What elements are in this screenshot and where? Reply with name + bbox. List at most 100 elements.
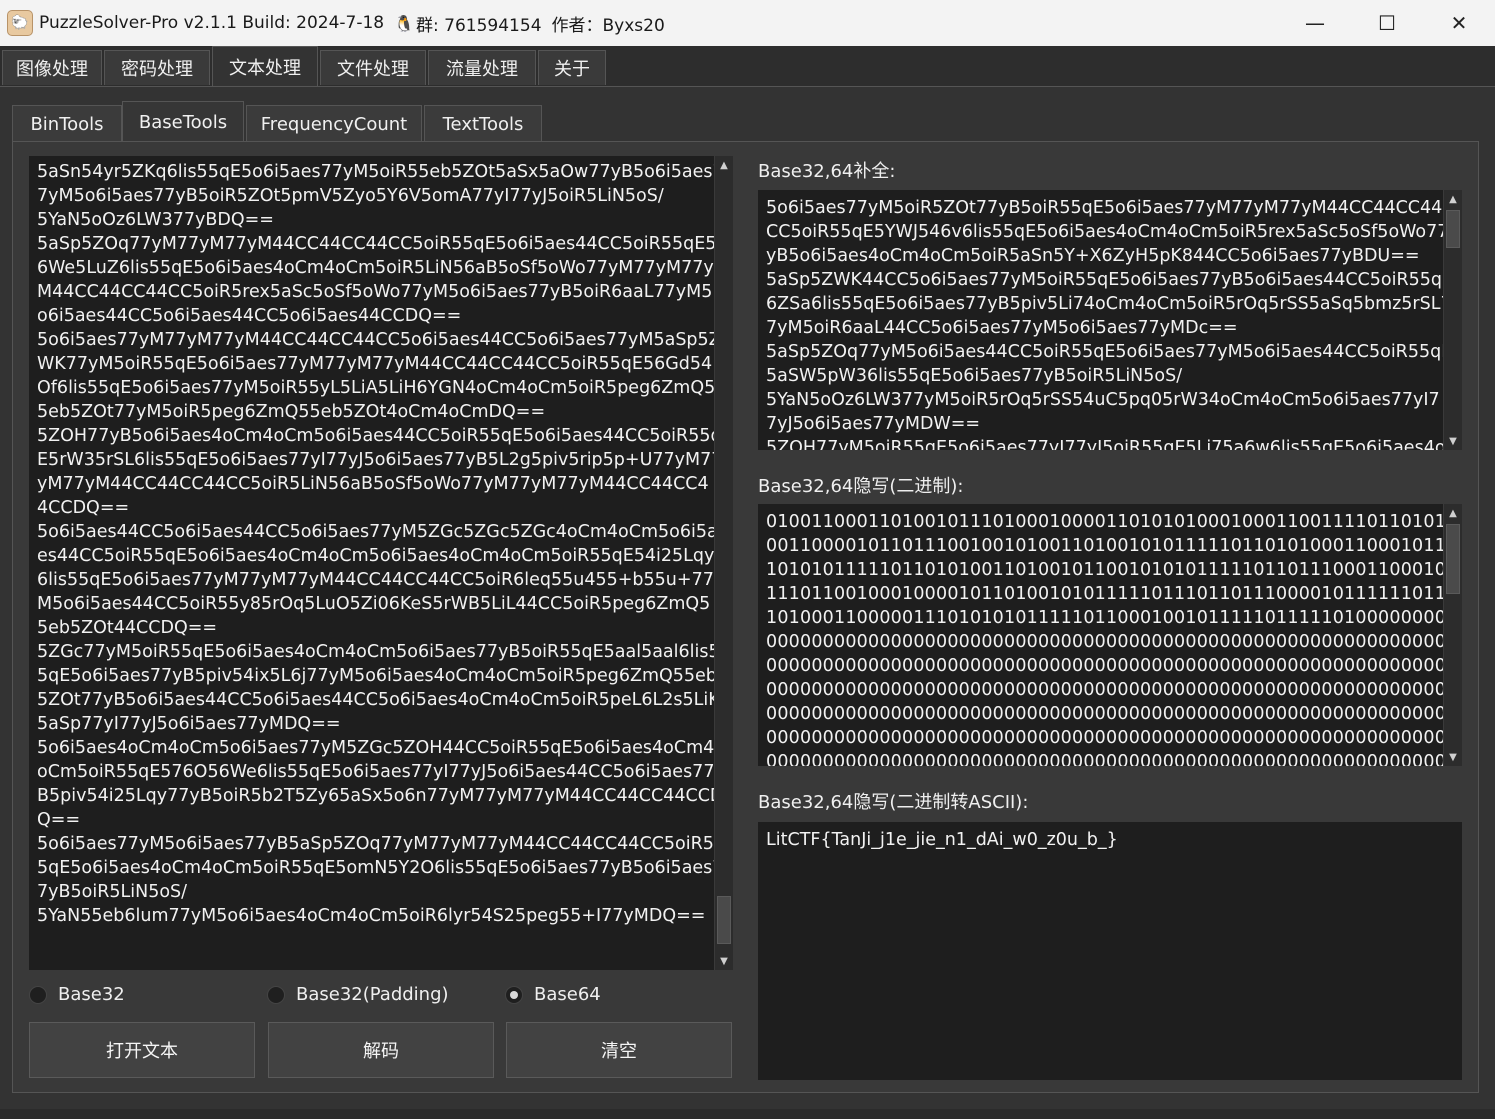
padding-scrollbar[interactable]: ▲ ▼: [1443, 190, 1462, 450]
input-line: 5ZOH77yB5o6i5aes4oCm4oCm5o6i5aes44CC5oiR…: [37, 426, 722, 446]
input-line: M5o6i5aes44CC5oiR55y85rOq5LuO5Zi06KeS5rW…: [37, 594, 711, 614]
padding_output-line: 5aSp5ZOq77yM5o6i5aes44CC5oiR55qE5o6i5aes…: [766, 342, 1453, 362]
input-line: Of6lis55qE5o6i5aes77yM5oiR55yL5LiA5LiH6Y…: [37, 378, 716, 398]
main-tab-bar: 图像处理 密码处理 文本处理 文件处理 流量处理 关于: [0, 46, 1495, 86]
binary_output-line: 0100110001101001011101000100001101010100…: [766, 512, 1462, 532]
ascii-output[interactable]: LitCTF{TanJi_j1e_jie_n1_dAi_w0_z0u_b_}: [758, 822, 1462, 1080]
scroll-down-icon[interactable]: ▼: [715, 952, 733, 970]
padding_output-line: 5o6i5aes77yM5oiR5ZOt77yB5oiR55qE5o6i5aes…: [766, 198, 1443, 218]
padding_output-line: 7yJ5o6i5aes77yMDW==: [766, 414, 981, 434]
input-line: es44CC5oiR55qE5o6i5aes4oCm4oCm5o6i5aes4o…: [37, 546, 715, 566]
binary-output[interactable]: 0100110001101001011101000100001101010100…: [758, 504, 1462, 766]
input-scrollbar[interactable]: ▲ ▼: [714, 156, 733, 970]
window-title: PuzzleSolver-Pro v2.1.1 Build: 2024-7-18: [39, 13, 385, 33]
tab-crypto[interactable]: 密码处理: [104, 50, 210, 85]
padding_output-line: 6ZSa6lis55qE5o6i5aes77yB5piv5Li74oCm4oCm…: [766, 294, 1452, 314]
scroll-up-icon[interactable]: ▲: [715, 156, 733, 174]
padding_output-line: 5aSp5ZWK44CC5o6i5aes77yM5oiR55qE5o6i5aes…: [766, 270, 1454, 290]
padding_output-line: yB5o6i5aes4oCm4oCm5oiR5aSn5Y+X6ZyH5pK844…: [766, 246, 1420, 266]
input-text: 5aSn54yr5ZKq6lis55qE5o6i5aes77yM5oiR55eb…: [37, 160, 733, 928]
scroll-up-icon[interactable]: ▲: [1444, 504, 1462, 522]
binary_output-line: 0000000000000000000000000000000000000000…: [766, 656, 1462, 676]
binary_output-line: 0000000000000000000000000000000000000000…: [766, 704, 1462, 724]
input-line: 5o6i5aes4oCm4oCm5o6i5aes77yM5ZGc5ZOH44CC…: [37, 738, 715, 758]
radio-label: Base64: [534, 984, 601, 1005]
author-label: 作者：Byxs20: [551, 15, 665, 36]
radio-label: Base32: [58, 984, 125, 1005]
binary-text: 0100110001101001011101000100001101010100…: [766, 510, 1462, 766]
binary_output-line: 0000000000000000000000000000000000000000…: [766, 680, 1462, 700]
input-line: 5aSn54yr5ZKq6lis55qE5o6i5aes77yM5oiR55eb…: [37, 162, 724, 182]
binary_output-line: 0000000000000000000000000000000000000000…: [766, 632, 1462, 652]
padding_output-line: CC5oiR55qE5YWJ546v6lis55qE5o6i5aes4oCm4o…: [766, 222, 1449, 242]
radio-label: Base32(Padding): [296, 984, 449, 1005]
input-line: 4CCDQ==: [37, 498, 130, 518]
title-bar: 🐑 PuzzleSolver-Pro v2.1.1 Build: 2024-7-…: [0, 0, 1495, 46]
scroll-up-icon[interactable]: ▲: [1444, 190, 1462, 208]
input-line: B5piv54i25Lqy77yB5oiR5b2T5Zy65aSx5o6n77y…: [37, 786, 724, 806]
subtab-basetools[interactable]: BaseTools: [122, 101, 244, 142]
input-line: 6lis55qE5o6i5aes77yM77yM77yM44CC44CC44CC…: [37, 570, 725, 590]
stego-bin-label: Base32,64隐写(二进制):: [758, 476, 964, 497]
tab-text[interactable]: 文本处理: [212, 46, 318, 86]
open-text-button[interactable]: 打开文本: [29, 1022, 255, 1078]
scroll-thumb[interactable]: [1446, 210, 1460, 248]
subtab-bintools[interactable]: BinTools: [12, 105, 122, 142]
basetools-panel: 5aSn54yr5ZKq6lis55qE5o6i5aes77yM5oiR55eb…: [12, 141, 1479, 1093]
subtab-frequencycount[interactable]: FrequencyCount: [246, 105, 422, 142]
input-line: 5qE5o6i5aes77yB5piv54ix5L6j77yM5o6i5aes4…: [37, 666, 717, 686]
scroll-down-icon[interactable]: ▼: [1444, 748, 1462, 766]
padding_output-line: 5aSW5pW36lis55qE5o6i5aes77yB5oiR5LiN5oS/: [766, 366, 1183, 386]
window-controls: — ☐ ✕: [1279, 0, 1495, 46]
status-bar: [0, 1109, 1495, 1119]
input-line: yM77yM44CC44CC44CC5oiR5LiN56aB5oSf5oWo77…: [37, 474, 709, 494]
input-line: 5aSp77yI77yJ5o6i5aes77yMDQ==: [37, 714, 341, 734]
padding_output-line: 5ZOH77yM5oiR55qE5o6i5aes77yI77yJ5oiR55qE…: [766, 438, 1446, 450]
input-line: 5o6i5aes44CC5o6i5aes44CC5o6i5aes77yM5ZGc…: [37, 522, 718, 542]
binary_output-line: 0011000010110111001001010011010010101111…: [766, 536, 1462, 556]
subtab-texttools[interactable]: TextTools: [424, 105, 542, 142]
input-line: 5eb5ZOt44CCDQ==: [37, 618, 218, 638]
radio-indicator: [505, 985, 523, 1004]
tab-traffic[interactable]: 流量处理: [428, 50, 536, 85]
decode-button[interactable]: 解码: [268, 1022, 494, 1078]
input-line: 7yM5o6i5aes77yB5oiR5ZOt5pmV5Zyo5Y6V5omA7…: [37, 186, 664, 206]
input-line: 5qE5o6i5aes4oCm4oCm5oiR55qE5omN5Y2O6lis5…: [37, 858, 724, 878]
input-line: o6i5aes44CC5o6i5aes44CC5o6i5aes44CCDQ==: [37, 306, 462, 326]
input-line: oCm5oiR55qE576O56We6lis55qE5o6i5aes77yI7…: [37, 762, 725, 782]
input-textarea[interactable]: 5aSn54yr5ZKq6lis55qE5o6i5aes77yM5oiR55eb…: [29, 156, 733, 970]
tab-image[interactable]: 图像处理: [2, 50, 102, 85]
binary-scrollbar[interactable]: ▲ ▼: [1443, 504, 1462, 766]
input-line: 5ZOt77yB5o6i5aes44CC5o6i5aes44CC5o6i5aes…: [37, 690, 720, 710]
clear-button[interactable]: 清空: [506, 1022, 732, 1078]
tab-about[interactable]: 关于: [538, 50, 606, 85]
tab-file[interactable]: 文件处理: [320, 50, 426, 85]
padding-output[interactable]: 5o6i5aes77yM5oiR5ZOt77yB5oiR55qE5o6i5aes…: [758, 190, 1462, 450]
input-line: 5ZGc77yM5oiR55qE5o6i5aes4oCm4oCm5o6i5aes…: [37, 642, 720, 662]
padding-text: 5o6i5aes77yM5oiR5ZOt77yB5oiR55qE5o6i5aes…: [766, 196, 1462, 450]
stego-ascii-label: Base32,64隐写(二进制转ASCII):: [758, 792, 1029, 813]
input-line: E5rW35rSL6lis55qE5o6i5aes77yI77yJ5o6i5ae…: [37, 450, 723, 470]
input-line: 5YaN5oOz6LW377yBDQ==: [37, 210, 274, 230]
scroll-down-icon[interactable]: ▼: [1444, 432, 1462, 450]
flag-text: LitCTF{TanJi_j1e_jie_n1_dAi_w0_z0u_b_}: [766, 830, 1118, 850]
maximize-button[interactable]: ☐: [1351, 0, 1423, 46]
input-line: 7yB5oiR5LiN5oS/: [37, 882, 188, 902]
minimize-button[interactable]: —: [1279, 0, 1351, 46]
radio-base64[interactable]: Base64: [505, 984, 601, 1005]
text-processing-panel: BinTools BaseTools FrequencyCount TextTo…: [0, 86, 1495, 1110]
input-line: 5eb5ZOt77yM5oiR5peg6ZmQ55eb5ZOt4oCm4oCmD…: [37, 402, 546, 422]
input-line: 5o6i5aes77yM5o6i5aes77yB5aSp5ZOq77yM77yM…: [37, 834, 714, 854]
input-line: M44CC44CC44CC5oiR5rex5aSc5oSf5oWo77yM5o6…: [37, 282, 713, 302]
input-line: Q==: [37, 810, 81, 830]
padding-label: Base32,64补全:: [758, 161, 896, 182]
close-button[interactable]: ✕: [1423, 0, 1495, 46]
binary_output-line: 0000000000000000000000000000000000000000…: [766, 728, 1462, 748]
app-icon: 🐑: [7, 10, 33, 36]
radio-base32-padding[interactable]: Base32(Padding): [267, 984, 449, 1005]
radio-base32[interactable]: Base32: [29, 984, 125, 1005]
input-line: 6We5LuZ6lis55qE5o6i5aes4oCm4oCm5oiR5LiN5…: [37, 258, 714, 278]
binary_output-line: 1010001100000111010101011111011000100101…: [766, 608, 1462, 628]
scroll-thumb[interactable]: [717, 896, 731, 944]
scroll-thumb[interactable]: [1446, 524, 1460, 594]
